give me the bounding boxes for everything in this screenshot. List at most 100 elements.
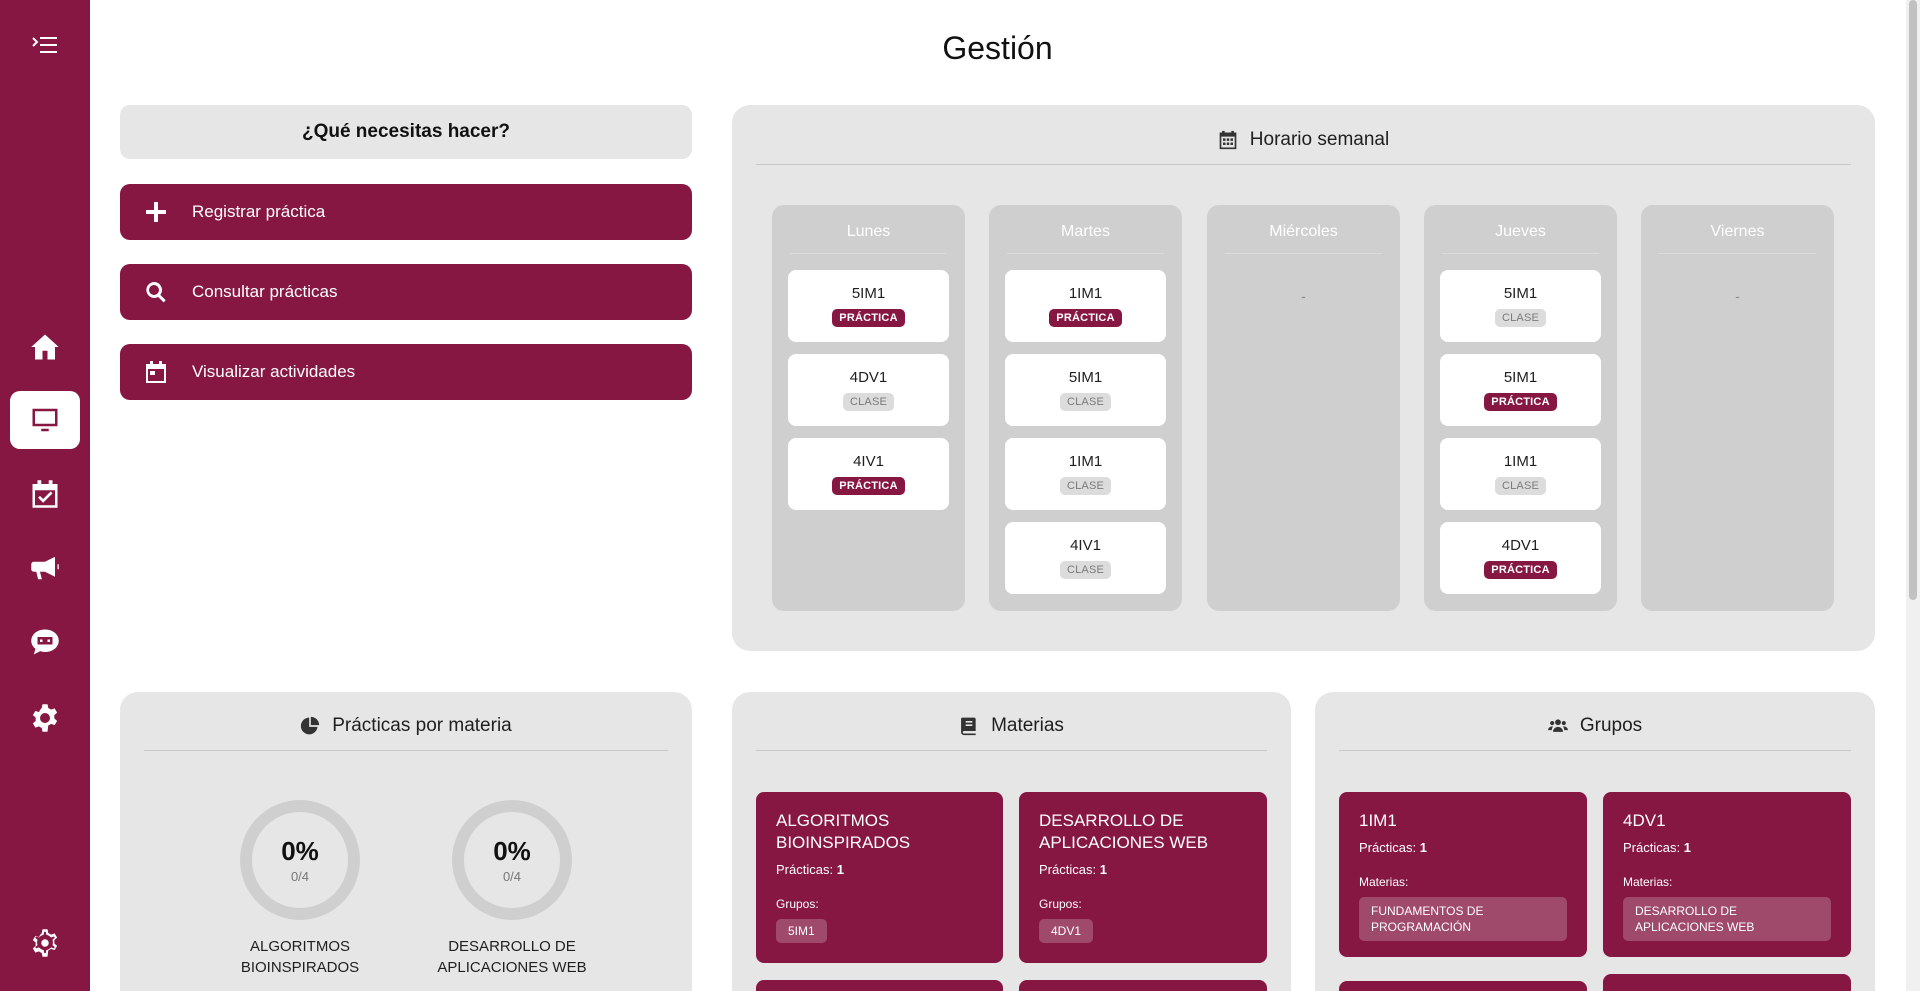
class-badge: CLASE: [842, 393, 895, 411]
practice-badge: PRÁCTICA: [1484, 561, 1557, 579]
schedule-slot[interactable]: 5IM1 CLASE: [1005, 354, 1166, 426]
subject-card-practices: Prácticas: 1: [1039, 862, 1107, 877]
progress-percent: 0%: [493, 836, 531, 866]
sidebar-item-calendar[interactable]: [10, 465, 80, 523]
group-card-title: 1IM1: [1359, 811, 1397, 830]
subjects-header: Materias: [732, 692, 1291, 750]
group-chip: 4DV1: [1039, 919, 1094, 943]
practices-by-subject-header: Prácticas por materia: [120, 692, 692, 750]
actions-question: ¿Qué necesitas hacer?: [120, 105, 692, 159]
subject-card[interactable]: [756, 980, 1003, 991]
view-activities-button[interactable]: Visualizar actividades: [120, 344, 692, 400]
slot-group: 4DV1: [1501, 537, 1540, 554]
progress-fraction: 0/4: [502, 869, 522, 884]
scrollbar[interactable]: [1906, 0, 1920, 991]
calendar-check-icon: [32, 480, 58, 508]
sidebar-item-settings[interactable]: [10, 689, 80, 747]
slot-group: 4IV1: [853, 453, 884, 470]
progress-percent: 0%: [281, 836, 319, 866]
subject-chip: FUNDAMENTOS DE PROGRAMACIÓN: [1359, 897, 1567, 941]
schedule-slot[interactable]: 1IM1 CLASE: [1440, 438, 1601, 510]
sidebar-item-dashboard[interactable]: [10, 391, 80, 449]
practice-badge: PRÁCTICA: [1049, 309, 1122, 327]
consult-practices-button[interactable]: Consultar prácticas: [120, 264, 692, 320]
subject-card[interactable]: [1019, 980, 1267, 991]
group-card-title: 4DV1: [1623, 811, 1666, 830]
cog-outline-icon: [32, 929, 58, 957]
sidebar-item-home[interactable]: [10, 318, 80, 376]
subject-card[interactable]: ALGORITMOS BIOINSPIRADOS Prácticas: 1 Gr…: [756, 792, 1003, 963]
scrollbar-thumb[interactable]: [1909, 0, 1917, 600]
weekly-schedule-title: Horario semanal: [1249, 128, 1390, 150]
subject-card-groups-label: Grupos:: [1039, 897, 1082, 911]
class-badge: CLASE: [1059, 393, 1112, 411]
calendar-icon: [1219, 130, 1237, 149]
group-card[interactable]: [1339, 981, 1587, 991]
schedule-slot[interactable]: 4IV1 CLASE: [1005, 522, 1166, 594]
sidebar-item-announcements[interactable]: [10, 539, 80, 597]
sidebar: [0, 0, 90, 991]
day-title: Lunes: [790, 205, 947, 254]
group-chip: 5IM1: [776, 919, 827, 943]
practice-badge: PRÁCTICA: [832, 309, 905, 327]
slot-group: 5IM1: [1503, 285, 1538, 302]
schedule-slot[interactable]: 4DV1 CLASE: [788, 354, 949, 426]
day-column-lunes: Lunes 5IM1 PRÁCTICA 4DV1 CLASE 4IV1 PRÁCTICA: [772, 205, 965, 611]
search-icon: [146, 282, 166, 303]
users-icon: [1547, 719, 1568, 732]
group-card[interactable]: 1IM1 Prácticas: 1 Materias: FUNDAMENTOS …: [1339, 792, 1587, 957]
schedule-slot[interactable]: 1IM1 CLASE: [1005, 438, 1166, 510]
sidebar-item-chat[interactable]: [10, 613, 80, 671]
subject-card-practices: Prácticas: 1: [776, 862, 844, 877]
progress-label: ALGORITMOS BIOINSPIRADOS: [240, 938, 360, 976]
weekly-schedule-divider: [756, 164, 1851, 165]
plus-icon: [146, 202, 166, 222]
class-badge: CLASE: [1059, 561, 1112, 579]
book-icon: [961, 717, 976, 736]
practices-by-subject-divider: [144, 750, 668, 751]
group-card[interactable]: 4DV1 Prácticas: 1 Materias: DESARROLLO D…: [1603, 792, 1851, 957]
day-title: Viernes: [1659, 205, 1816, 254]
schedule-slot[interactable]: 5IM1 PRÁCTICA: [1440, 354, 1601, 426]
schedule-slot[interactable]: 4DV1 PRÁCTICA: [1440, 522, 1601, 594]
practices-by-subject-title: Prácticas por materia: [332, 715, 512, 736]
day-column-martes: Martes 1IM1 PRÁCTICA 5IM1 CLASE 1IM1 CLASE 4IV1…: [989, 205, 1182, 611]
progress-label: DESARROLLO DE APLICACIONES WEB: [437, 938, 587, 976]
progress-donut: 0% 0/4: [452, 800, 572, 920]
slot-group: 5IM1: [851, 285, 886, 302]
register-practice-button[interactable]: Registrar práctica: [120, 184, 692, 240]
groups-title: Grupos: [1579, 715, 1643, 736]
subject-card-groups-label: Grupos:: [776, 897, 819, 911]
practice-badge: PRÁCTICA: [832, 477, 905, 495]
menu-toggle-icon: [32, 37, 57, 53]
subject-chip: DESARROLLO DE APLICACIONES WEB: [1623, 897, 1831, 941]
practices-by-subject-panel: Prácticas por materia: [120, 692, 692, 991]
chat-icon: [31, 629, 59, 655]
group-card[interactable]: [1603, 974, 1851, 991]
subject-card-title: DESARROLLO DE APLICACIONES WEB: [1039, 811, 1209, 852]
calendar-icon: [146, 361, 166, 383]
schedule-slot[interactable]: 5IM1 CLASE: [1440, 270, 1601, 342]
day-title: Martes: [1007, 205, 1164, 254]
practice-badge: PRÁCTICA: [1484, 393, 1557, 411]
schedule-slot[interactable]: 1IM1 PRÁCTICA: [1005, 270, 1166, 342]
slot-group: 4IV1: [1070, 537, 1101, 554]
day-empty-indicator: -: [1735, 288, 1740, 304]
sidebar-item-config[interactable]: [10, 914, 80, 972]
schedule-slot[interactable]: 5IM1 PRÁCTICA: [788, 270, 949, 342]
consult-practices-label: Consultar prácticas: [192, 282, 338, 301]
subject-card-title: ALGORITMOS BIOINSPIRADOS: [776, 811, 911, 852]
schedule-slot[interactable]: 4IV1 PRÁCTICA: [788, 438, 949, 510]
day-column-jueves: Jueves 5IM1 CLASE 5IM1 PRÁCTICA 1IM1 CLASE 4DV1…: [1424, 205, 1617, 611]
slot-group: 4DV1: [849, 369, 888, 386]
class-badge: CLASE: [1059, 477, 1112, 495]
slot-group: 5IM1: [1503, 369, 1538, 386]
slot-group: 1IM1: [1503, 453, 1538, 470]
class-badge: CLASE: [1494, 309, 1547, 327]
menu-toggle-button[interactable]: [25, 30, 65, 60]
progress-donut: 0% 0/4: [240, 800, 360, 920]
view-activities-label: Visualizar actividades: [192, 362, 356, 381]
subject-card[interactable]: DESARROLLO DE APLICACIONES WEB Prácticas…: [1019, 792, 1267, 963]
groups-header: Grupos: [1315, 692, 1875, 750]
subjects-title: Materias: [991, 715, 1064, 736]
